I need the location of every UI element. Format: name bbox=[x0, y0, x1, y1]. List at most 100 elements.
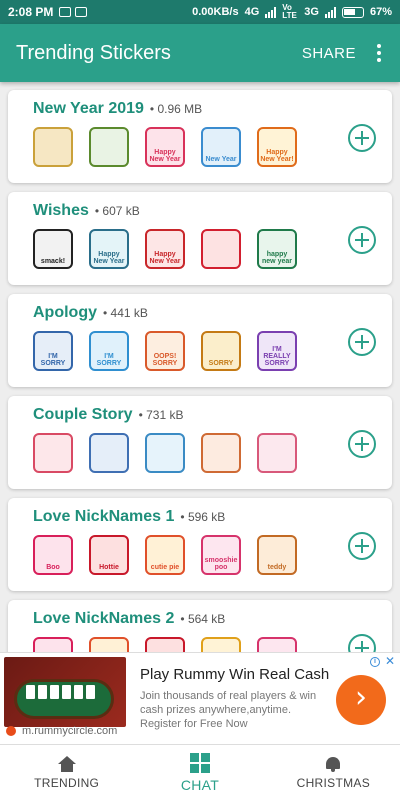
sticker-caption: Happy New Year bbox=[149, 149, 181, 163]
sticker-preview-row: Happy New Year New Year Happy New Year! bbox=[33, 127, 392, 167]
nav-label: TRENDING bbox=[34, 775, 100, 790]
home-icon bbox=[57, 755, 76, 772]
teddy-bear-sticker: teddy bbox=[257, 535, 297, 575]
sticker-caption: Boo bbox=[46, 564, 60, 571]
new-year-banner-sticker: New Year bbox=[201, 127, 241, 167]
couple-hug-sticker bbox=[33, 433, 73, 473]
red-lips-sticker bbox=[201, 229, 241, 269]
sticker-pack-card[interactable]: Couple Story 731 kB bbox=[8, 396, 392, 489]
boo-text-sticker: Boo bbox=[33, 535, 73, 575]
sticker-pack-card[interactable]: Love NickNames 2 564 kB LUCKY bbox=[8, 600, 392, 652]
fireworks-sticker: Happy New Year! bbox=[257, 127, 297, 167]
sticker-caption: teddy bbox=[267, 564, 287, 571]
pack-size: 564 kB bbox=[180, 612, 225, 626]
hottie-strawberry-sticker: Hottie bbox=[89, 535, 129, 575]
happy-new-year-snow-sticker: Happy New Year bbox=[89, 229, 129, 269]
pack-name: Couple Story bbox=[33, 406, 133, 423]
smooshie-poo-sticker: smooshie poo bbox=[201, 535, 241, 575]
pack-header: Love NickNames 2 564 kB bbox=[33, 610, 392, 628]
add-pack-button[interactable] bbox=[348, 124, 376, 152]
add-pack-button[interactable] bbox=[348, 532, 376, 560]
nickname-sticker-4 bbox=[201, 637, 241, 652]
ad-close-icon[interactable]: ✕ bbox=[385, 654, 395, 668]
happy-new-year-tree-sticker: happy new year bbox=[257, 229, 297, 269]
nav-item-chat[interactable]: CHAT bbox=[133, 745, 266, 800]
boy-with-heart-sticker bbox=[89, 433, 129, 473]
grid-icon bbox=[189, 752, 210, 773]
chevron-right-icon[interactable]: › bbox=[336, 675, 386, 725]
bell-icon bbox=[326, 756, 341, 772]
ad-image[interactable] bbox=[4, 657, 126, 727]
sticker-caption: I'M SORRY bbox=[96, 353, 122, 367]
battery-percent: 67% bbox=[369, 6, 392, 18]
sticker-pack-card[interactable]: New Year 2019 0.96 MB Happy New Year New … bbox=[8, 90, 392, 183]
notification-icons bbox=[59, 7, 88, 17]
pack-header: Apology 441 kB bbox=[33, 304, 392, 322]
sticker-pack-list[interactable]: New Year 2019 0.96 MB Happy New Year New … bbox=[0, 82, 400, 652]
sticker-preview-row: Boo Hottie cutie pie smooshie poo teddy bbox=[33, 535, 392, 575]
sticker-caption: OOPS! SORRY bbox=[152, 353, 178, 367]
nav-item-christmas[interactable]: CHRISTMAS bbox=[267, 745, 400, 800]
happy-new-year-text-sticker: Happy New Year bbox=[145, 127, 185, 167]
sticker-pack-card[interactable]: Apology 441 kB I'M SORRY I'M SORRY OOPS! S… bbox=[8, 294, 392, 387]
sticker-caption: Happy New Year bbox=[149, 251, 181, 265]
nickname-sticker-1 bbox=[33, 637, 73, 652]
cutie-pie-sticker: cutie pie bbox=[145, 535, 185, 575]
more-vertical-icon[interactable] bbox=[374, 44, 384, 62]
oops-sorry-boy-sticker: OOPS! SORRY bbox=[145, 331, 185, 371]
net-speed: 0.00KB/s bbox=[192, 6, 239, 18]
sticker-caption: I'M SORRY bbox=[40, 353, 66, 367]
ad-description: Join thousands of real players & win cas… bbox=[140, 690, 317, 730]
thinking-boy-sticker bbox=[145, 433, 185, 473]
pack-size: 731 kB bbox=[139, 408, 183, 422]
add-pack-button[interactable] bbox=[348, 226, 376, 254]
nickname-sticker-5 bbox=[257, 637, 297, 652]
pack-size: 596 kB bbox=[180, 510, 225, 524]
notification-icon bbox=[75, 7, 88, 17]
pack-header: Love NickNames 1 596 kB bbox=[33, 508, 392, 526]
sticker-caption: smack! bbox=[40, 258, 66, 265]
nav-label: CHAT bbox=[180, 776, 220, 793]
crying-girl-sticker: I'M SORRY bbox=[89, 331, 129, 371]
pack-size: 607 kB bbox=[95, 204, 139, 218]
ad-info-icon[interactable]: i bbox=[370, 657, 380, 667]
pack-size: 441 kB bbox=[103, 306, 148, 320]
pack-header: New Year 2019 0.96 MB bbox=[33, 100, 392, 118]
battery-icon bbox=[341, 6, 364, 18]
couple-cuddle-sticker bbox=[201, 433, 241, 473]
sticker-preview-row bbox=[33, 433, 392, 473]
nav-item-trending[interactable]: TRENDING bbox=[0, 745, 133, 800]
happy-new-year-banner-sticker: Happy New Year bbox=[145, 229, 185, 269]
sticker-caption: happy new year bbox=[262, 251, 292, 265]
volte-label: Vo LTE bbox=[282, 3, 297, 20]
pack-name: Love NickNames 2 bbox=[33, 610, 175, 627]
lucky-sticker: LUCKY bbox=[89, 637, 129, 652]
sorry-girl-sticker: SORRY bbox=[201, 331, 241, 371]
sticker-caption: Happy New Year! bbox=[260, 149, 294, 163]
sticker-caption: Hottie bbox=[99, 564, 119, 571]
bottom-navigation: TRENDING CHAT CHRISTMAS bbox=[0, 744, 400, 800]
ad-url[interactable]: m.rummycircle.com bbox=[22, 725, 117, 737]
sticker-preview-row: I'M SORRY I'M SORRY OOPS! SORRY SORRY I'M RE… bbox=[33, 331, 392, 371]
signal-icon bbox=[265, 6, 277, 18]
sticker-pack-card[interactable]: Wishes 607 kB smack! Happy New Year Happy … bbox=[8, 192, 392, 285]
smack-mustache-sticker: smack! bbox=[33, 229, 73, 269]
ad-banner[interactable]: m.rummycircle.com Play Rummy Win Real Ca… bbox=[0, 652, 400, 744]
sticker-caption: SORRY bbox=[208, 360, 234, 367]
pack-header: Couple Story 731 kB bbox=[33, 406, 392, 424]
add-pack-button[interactable] bbox=[348, 328, 376, 356]
signal-icon-2 bbox=[324, 6, 336, 18]
playing-cards-graphic bbox=[26, 685, 95, 699]
share-button[interactable]: SHARE bbox=[302, 45, 356, 62]
nav-label: CHRISTMAS bbox=[296, 775, 370, 790]
sticker-pack-card[interactable]: Love NickNames 1 596 kB Boo Hottie cutie p… bbox=[8, 498, 392, 591]
sorry-boy-sticker: I'M SORRY bbox=[33, 331, 73, 371]
sticker-caption: New Year bbox=[205, 156, 237, 163]
pack-name: Love NickNames 1 bbox=[33, 508, 175, 525]
sticker-preview-row: LUCKY bbox=[33, 637, 392, 652]
notification-icon bbox=[59, 7, 72, 17]
add-pack-button[interactable] bbox=[348, 430, 376, 458]
girl-with-hearts-sticker bbox=[257, 433, 297, 473]
ad-title[interactable]: Play Rummy Win Real Cash bbox=[140, 666, 329, 683]
pack-header: Wishes 607 kB bbox=[33, 202, 392, 220]
